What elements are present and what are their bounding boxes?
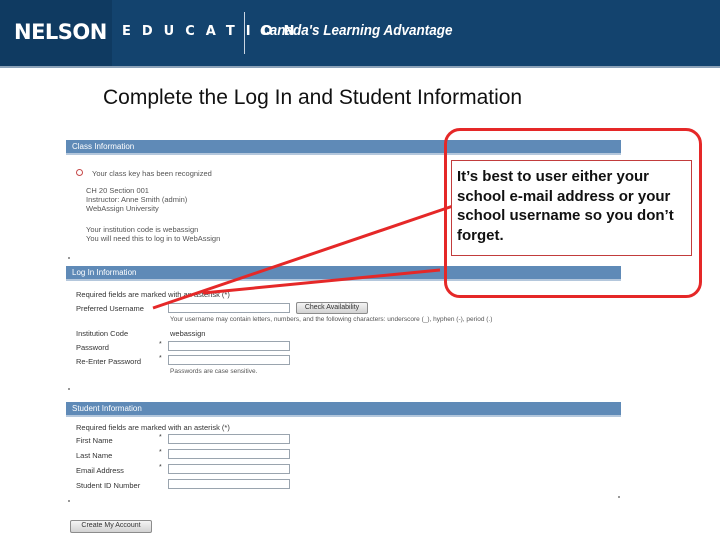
- callout-text: It’s best to user either your school e-m…: [457, 168, 674, 244]
- arrow-to-username: [152, 204, 454, 310]
- arrow-to-required: [202, 268, 441, 295]
- callout-box: It’s best to user either your school e-m…: [451, 160, 692, 256]
